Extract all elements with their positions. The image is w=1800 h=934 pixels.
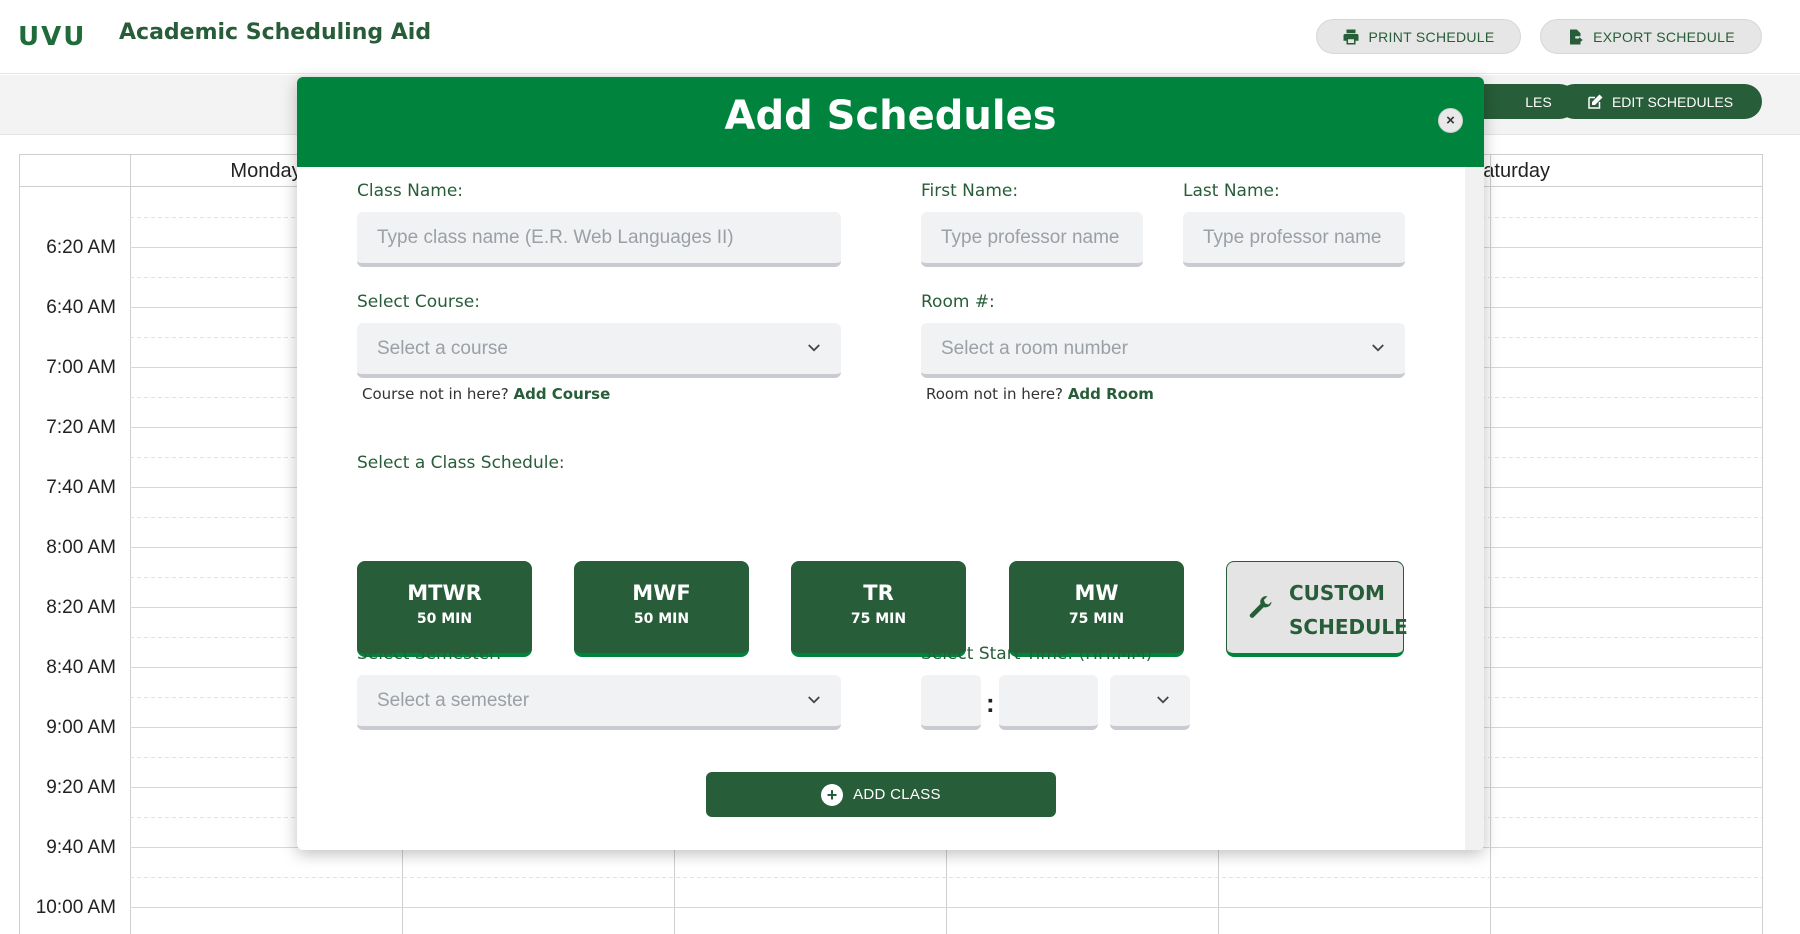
file-export-icon [1570, 29, 1583, 44]
schedule-days: MWF [632, 581, 691, 605]
custom-schedule-line2: SCHEDULE [1289, 615, 1408, 639]
semester-select-value: Select a semester [377, 689, 530, 711]
add-class-label: ADD CLASS [853, 786, 941, 803]
time-label: 7:40 AM [46, 477, 116, 498]
time-label: 8:20 AM [46, 597, 116, 618]
modal-scrollbar[interactable] [1465, 167, 1484, 850]
start-time-format: (HH:MM) [1078, 644, 1153, 664]
time-label: 6:20 AM [46, 237, 116, 258]
export-schedule-button[interactable]: EXPORT SCHEDULE [1540, 19, 1762, 54]
schedule-option-mwf[interactable]: MWF 50 MIN [574, 561, 749, 657]
room-label: Room #: [921, 292, 995, 312]
semester-select[interactable]: Select a semester [357, 675, 841, 730]
edit-schedules-label: EDIT SCHEDULES [1611, 93, 1734, 110]
edit-schedules-button[interactable]: EDIT SCHEDULES [1557, 84, 1762, 119]
edit-icon [1588, 94, 1603, 109]
start-hour-input[interactable] [929, 689, 981, 712]
course-select[interactable]: Select a course [357, 323, 841, 378]
start-minute-input[interactable] [1007, 689, 1098, 712]
schedule-option-tr[interactable]: TR 75 MIN [791, 561, 966, 657]
schedule-days: TR [863, 581, 894, 605]
room-select[interactable]: Select a room number [921, 323, 1405, 378]
start-time-label: Select Start Time: (HH:MM) [921, 644, 1152, 664]
schedule-duration: 50 MIN [633, 611, 690, 627]
schedule-duration: 75 MIN [1068, 611, 1125, 627]
time-label: 7:20 AM [46, 417, 116, 438]
wrench-icon [1249, 596, 1272, 618]
room-hint-text: Room not in here? [926, 385, 1064, 403]
modal-header: Add Schedules × [297, 77, 1484, 167]
course-hint-text: Course not in here? [362, 385, 509, 403]
schedule-days: MW [1074, 581, 1119, 605]
schedule-option-mtwr[interactable]: MTWR 50 MIN [357, 561, 532, 657]
custom-schedule-button[interactable]: CUSTOM SCHEDULE [1226, 561, 1408, 657]
add-room-link[interactable]: Add Room [1068, 385, 1154, 403]
add-class-button[interactable]: + ADD CLASS [706, 772, 1056, 817]
last-name-input[interactable] [1203, 226, 1405, 249]
chevron-down-icon [1372, 344, 1384, 352]
time-label: 9:00 AM [46, 717, 116, 738]
time-label: 9:40 AM [46, 837, 116, 858]
first-name-field[interactable] [921, 212, 1143, 267]
top-navbar: UVU Academic Scheduling Aid PRINT SCHEDU… [0, 0, 1800, 74]
course-label: Select Course: [357, 292, 480, 312]
class-name-input[interactable] [377, 226, 841, 249]
schedule-duration: 50 MIN [416, 611, 473, 627]
app-title: Academic Scheduling Aid [119, 20, 432, 45]
time-label: 8:40 AM [46, 657, 116, 678]
close-icon: × [1446, 112, 1455, 129]
class-name-field[interactable] [357, 212, 841, 267]
time-label: 10:00 AM [35, 897, 116, 918]
modal-title: Add Schedules [724, 93, 1057, 139]
time-label: 8:00 AM [46, 537, 116, 558]
course-select-value: Select a course [377, 337, 508, 359]
export-schedule-label: EXPORT SCHEDULE [1593, 28, 1735, 45]
am-pm-select[interactable] [1110, 675, 1190, 730]
start-minute-field[interactable] [999, 675, 1098, 730]
custom-schedule-text: CUSTOM SCHEDULE [1289, 576, 1408, 644]
room-hint: Room not in here? Add Room [926, 385, 1154, 403]
room-select-value: Select a room number [941, 337, 1128, 359]
semester-label: Select Semester: [357, 644, 502, 664]
custom-schedule-line1: CUSTOM [1289, 581, 1385, 605]
printer-icon [1343, 29, 1359, 44]
last-name-label: Last Name: [1183, 181, 1280, 201]
slot-line [130, 907, 1762, 908]
chevron-down-icon [1157, 696, 1169, 704]
class-name-label: Class Name: [357, 181, 464, 201]
half-slot-line [130, 877, 1762, 878]
start-time-label-text: Select Start Time: [921, 644, 1074, 664]
last-name-field[interactable] [1183, 212, 1405, 267]
print-schedule-label: PRINT SCHEDULE [1368, 28, 1495, 45]
uvu-logo[interactable]: UVU [18, 22, 86, 52]
print-schedule-button[interactable]: PRINT SCHEDULE [1316, 19, 1521, 54]
time-label: 6:40 AM [46, 297, 116, 318]
first-name-label: First Name: [921, 181, 1019, 201]
schedule-option-mw[interactable]: MW 75 MIN [1009, 561, 1184, 657]
time-separator: : [986, 688, 995, 718]
course-hint: Course not in here? Add Course [362, 385, 610, 403]
time-label: 7:00 AM [46, 357, 116, 378]
view-schedules-label: LES [1525, 93, 1552, 110]
chevron-down-icon [808, 696, 820, 704]
plus-circle-icon: + [821, 783, 844, 806]
schedule-days: MTWR [407, 581, 482, 605]
add-schedules-modal: Add Schedules × Class Name: First Name: … [297, 77, 1484, 850]
add-course-link[interactable]: Add Course [513, 385, 610, 403]
first-name-input[interactable] [941, 226, 1143, 249]
time-label: 9:20 AM [46, 777, 116, 798]
chevron-down-icon [808, 344, 820, 352]
schedule-duration: 75 MIN [850, 611, 907, 627]
class-schedule-label: Select a Class Schedule: [357, 453, 565, 473]
close-modal-button[interactable]: × [1438, 108, 1463, 133]
start-hour-field[interactable] [921, 675, 981, 730]
